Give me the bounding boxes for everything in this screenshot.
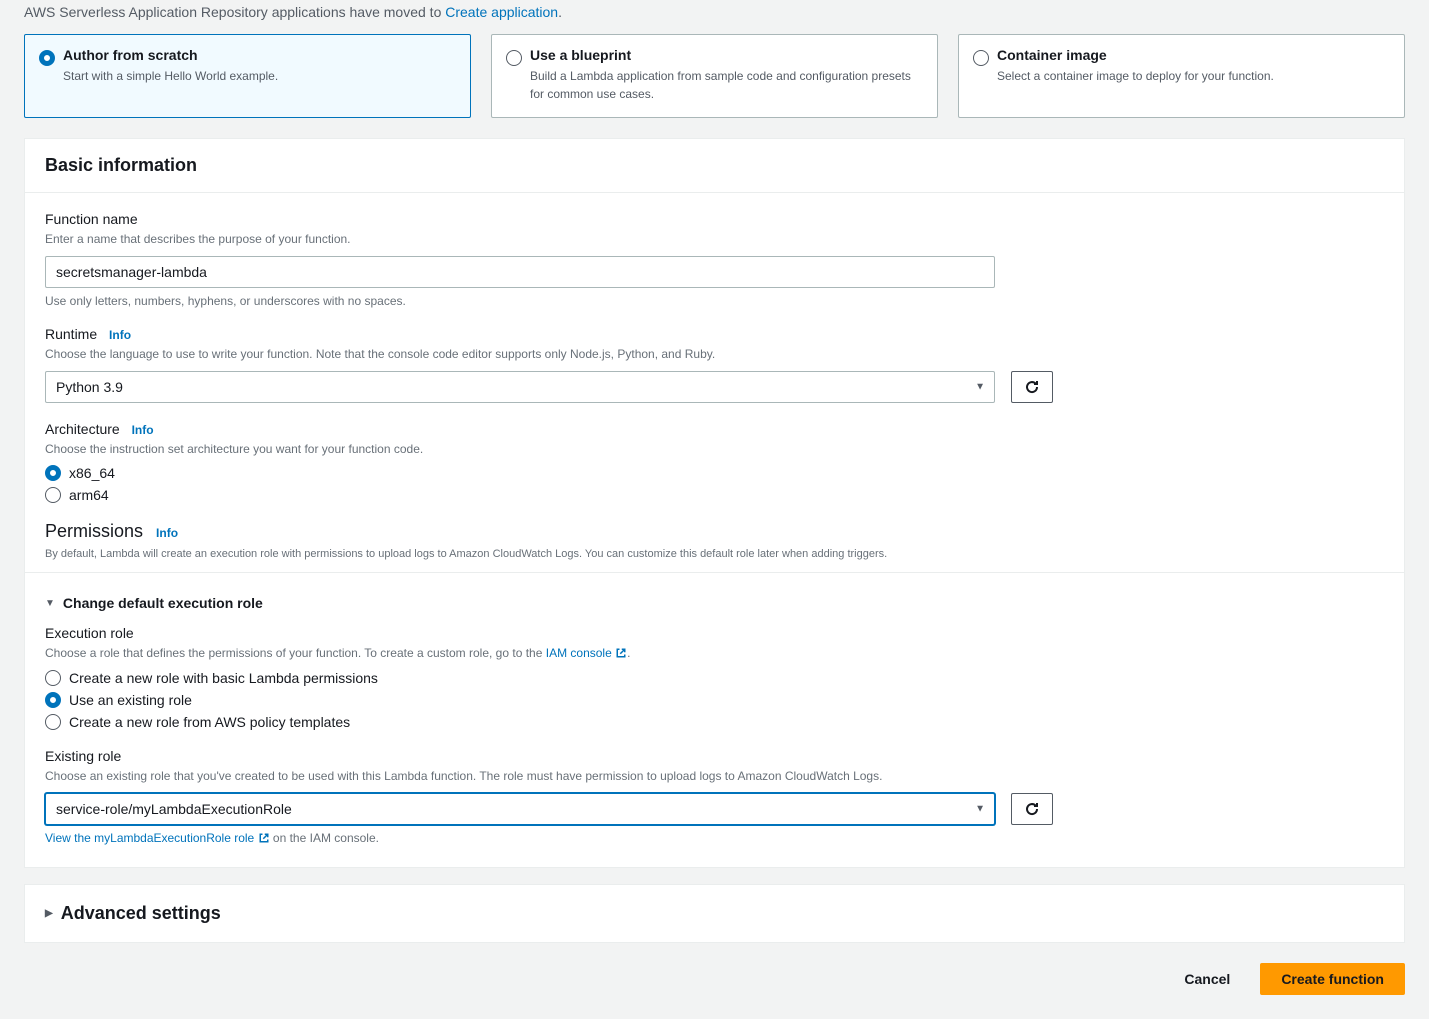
radio-icon [45,487,61,503]
create-function-button[interactable]: Create function [1260,963,1405,995]
field-label: Execution role [45,625,1384,641]
author-from-scratch-card[interactable]: Author from scratch Start with a simple … [24,34,471,118]
permissions-section: Permissions Info By default, Lambda will… [45,521,1384,560]
caret-down-icon: ▼ [45,598,55,609]
expander-label: Change default execution role [63,595,263,611]
footer-actions: Cancel Create function [24,963,1405,995]
view-role-link[interactable]: View the myLambdaExecutionRole role [45,831,270,845]
panel-header: Basic information [25,139,1404,193]
arch-arm-option[interactable]: arm64 [45,487,1384,503]
field-label: Existing role [45,748,1384,764]
iam-console-link[interactable]: IAM console [546,646,627,660]
notice-text: AWS Serverless Application Repository ap… [24,4,445,20]
caret-right-icon: ▶ [45,908,53,919]
field-desc: Choose an existing role that you've crea… [45,768,1384,785]
architecture-field: Architecture Info Choose the instruction… [45,421,1384,504]
info-link[interactable]: Info [132,423,154,437]
radio-icon [45,465,61,481]
radio-icon [973,50,989,66]
section-title: Permissions Info [45,521,1384,542]
create-application-link[interactable]: Create application [445,4,558,20]
info-link[interactable]: Info [156,526,178,540]
option-label: x86_64 [69,465,115,481]
card-title: Use a blueprint [530,47,921,63]
cancel-button[interactable]: Cancel [1164,963,1250,995]
runtime-field: Runtime Info Choose the language to use … [45,326,1384,403]
card-desc: Build a Lambda application from sample c… [530,67,921,103]
field-label: Architecture Info [45,421,1384,437]
card-title: Container image [997,47,1274,63]
role-existing-option[interactable]: Use an existing role [45,692,1384,708]
view-role-hint: View the myLambdaExecutionRole role on t… [45,831,1384,845]
runtime-select[interactable]: Python 3.9 [45,371,995,403]
section-desc: By default, Lambda will create an execut… [45,548,1384,560]
expander-label: Advanced settings [61,903,221,924]
field-desc: Choose the language to use to write your… [45,346,1384,363]
role-new-basic-option[interactable]: Create a new role with basic Lambda perm… [45,670,1384,686]
field-desc: Choose the instruction set architecture … [45,441,1384,458]
creation-method-cards: Author from scratch Start with a simple … [24,34,1405,118]
radio-icon [506,50,522,66]
use-blueprint-card[interactable]: Use a blueprint Build a Lambda applicati… [491,34,938,118]
advanced-settings-panel: ▶ Advanced settings [24,884,1405,943]
option-label: Create a new role from AWS policy templa… [69,714,350,730]
refresh-icon [1024,801,1040,817]
radio-icon [45,670,61,686]
divider [25,572,1404,573]
existing-role-select[interactable]: service-role/myLambdaExecutionRole [45,793,995,825]
refresh-button[interactable] [1011,371,1053,403]
execution-role-field: Execution role Choose a role that define… [45,625,1384,730]
option-label: Use an existing role [69,692,192,708]
basic-information-panel: Basic information Function name Enter a … [24,138,1405,868]
sar-notice: AWS Serverless Application Repository ap… [24,0,1405,34]
change-execution-role-expander[interactable]: ▼ Change default execution role [45,593,1384,625]
field-desc: Choose a role that defines the permissio… [45,645,1384,662]
refresh-button[interactable] [1011,793,1053,825]
field-label: Runtime Info [45,326,1384,342]
function-name-input[interactable] [45,256,995,288]
card-title: Author from scratch [63,47,278,63]
option-label: arm64 [69,487,109,503]
advanced-settings-expander[interactable]: ▶ Advanced settings [45,903,1384,924]
info-link[interactable]: Info [109,328,131,342]
card-desc: Start with a simple Hello World example. [63,67,278,85]
refresh-icon [1024,379,1040,395]
external-link-icon [615,647,627,659]
existing-role-field: Existing role Choose an existing role th… [45,748,1384,845]
card-desc: Select a container image to deploy for y… [997,67,1274,85]
field-desc: Enter a name that describes the purpose … [45,231,1384,248]
container-image-card[interactable]: Container image Select a container image… [958,34,1405,118]
field-hint: Use only letters, numbers, hyphens, or u… [45,294,1384,308]
function-name-field: Function name Enter a name that describe… [45,211,1384,308]
field-label: Function name [45,211,1384,227]
external-link-icon [258,832,270,844]
role-template-option[interactable]: Create a new role from AWS policy templa… [45,714,1384,730]
radio-icon [45,714,61,730]
arch-x86-option[interactable]: x86_64 [45,465,1384,481]
radio-icon [39,50,55,66]
panel-title: Basic information [45,155,1384,176]
option-label: Create a new role with basic Lambda perm… [69,670,378,686]
radio-icon [45,692,61,708]
